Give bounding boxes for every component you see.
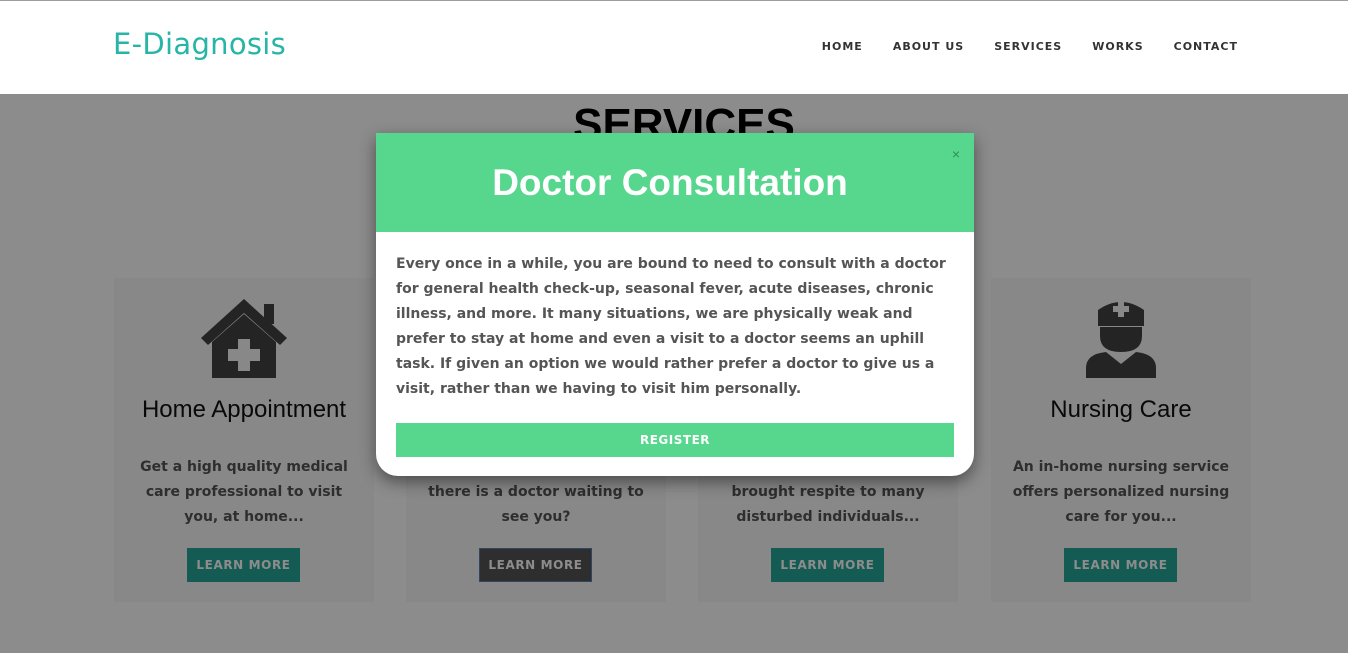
close-icon[interactable]: × xyxy=(952,147,960,161)
nav-services[interactable]: SERVICES xyxy=(994,40,1062,53)
nav-menu: HOME ABOUT US SERVICES WORKS CONTACT xyxy=(792,40,1238,53)
modal-header: Doctor Consultation × xyxy=(376,133,974,232)
register-button[interactable]: REGISTER xyxy=(396,423,954,457)
nav-home[interactable]: HOME xyxy=(822,40,863,53)
nav-works[interactable]: WORKS xyxy=(1092,40,1143,53)
modal-description: Every once in a while, you are bound to … xyxy=(396,256,946,397)
brand-logo[interactable]: E-Diagnosis xyxy=(113,27,286,61)
modal-title: Doctor Consultation xyxy=(492,162,848,203)
nav-contact[interactable]: CONTACT xyxy=(1174,40,1238,53)
doctor-consultation-modal: Doctor Consultation × Every once in a wh… xyxy=(376,133,974,476)
navbar: E-Diagnosis HOME ABOUT US SERVICES WORKS… xyxy=(0,1,1348,94)
nav-about[interactable]: ABOUT US xyxy=(893,40,964,53)
